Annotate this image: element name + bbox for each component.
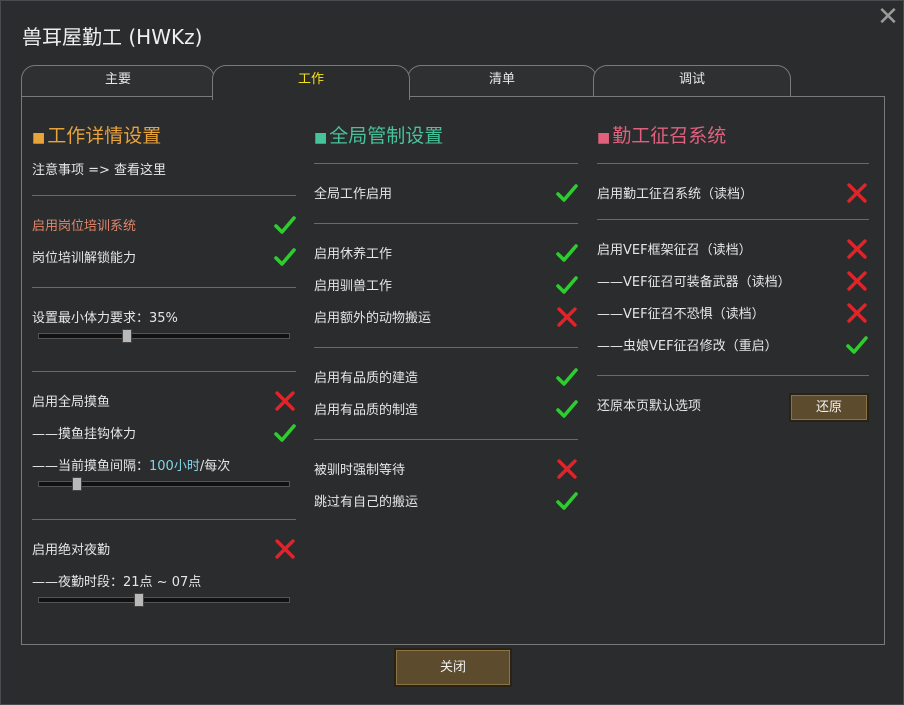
min-stamina-slider[interactable] [38,329,290,343]
slack-interval-slider[interactable] [38,477,290,491]
vef-weapons-label: ——VEF征召可装备武器（读档） [597,275,791,290]
quality-craft-label: 启用有品质的制造 [314,403,419,418]
slack-interval-value: 100小时 [149,459,200,474]
divider [314,223,578,224]
global-slack-label: 启用全局摸鱼 [32,395,111,410]
check-icon[interactable] [845,333,869,357]
check-icon[interactable] [555,397,579,421]
divider [32,371,296,372]
check-icon[interactable] [555,365,579,389]
check-icon[interactable] [555,241,579,265]
divider [597,219,869,220]
night-period-slider[interactable] [38,593,290,607]
check-icon[interactable] [273,245,297,269]
global-work-label: 全局工作启用 [314,187,393,202]
night-period-label: ——夜勤时段：21点 ~ 07点 [32,575,202,590]
vef-draft-label: 启用VEF框架征召（读档） [597,243,752,258]
cross-icon[interactable] [845,269,869,293]
tab-main[interactable]: 主要 [21,65,215,99]
cross-icon[interactable] [845,301,869,325]
divider [32,287,296,288]
divider [314,163,578,164]
reset-label: 还原本页默认选项 [597,399,702,414]
tab-debug[interactable]: 调试 [593,65,791,99]
quality-construct-label: 启用有品质的建造 [314,371,419,386]
cross-icon[interactable] [845,181,869,205]
skip-own-haul-label: 跳过有自己的搬运 [314,495,419,510]
tab-label: 主要 [104,72,131,87]
cross-icon[interactable] [273,537,297,561]
slider-handle[interactable] [121,329,132,343]
divider [597,375,869,376]
tab-label: 清单 [488,72,515,87]
training-system-label: 启用岗位培训系统 [32,219,137,234]
section-heading-draft-system: ■ 勤工征召系统 [597,125,727,147]
tab-work[interactable]: 工作 [212,65,410,100]
training-unlock-label: 岗位培训解锁能力 [32,251,137,266]
close-icon[interactable]: ✕ [874,3,902,31]
min-stamina-label: 设置最小体力要求：35% [32,311,178,326]
slider-handle[interactable] [71,477,82,491]
divider [314,439,578,440]
leisure-work-label: 启用休养工作 [314,247,393,262]
reset-button[interactable]: 还原 [789,393,869,422]
section-heading-global-control: ■ 全局管制设置 [314,125,444,147]
check-icon[interactable] [273,421,297,445]
window-title: 兽耳屋勤工 (HWKz) [22,25,203,49]
taming-work-label: 启用驯兽工作 [314,279,393,294]
check-icon[interactable] [555,181,579,205]
close-button[interactable]: 关闭 [394,648,512,687]
check-icon[interactable] [273,213,297,237]
divider [597,163,869,164]
settings-panel: ■ 工作详情设置 注意事项 => 查看这里 启用岗位培训系统 岗位培训解锁能力 设… [21,96,885,645]
cross-icon[interactable] [555,457,579,481]
slack-interval-label: ——当前摸鱼间隔：100小时/每次 [32,459,231,474]
divider [314,347,578,348]
check-icon[interactable] [555,273,579,297]
mod-settings-window: 兽耳屋勤工 (HWKz) ✕ 主要 工作 清单 调试 ■ 工作详情设置 注意事项 … [0,0,904,705]
cross-icon[interactable] [555,305,579,329]
divider [32,195,296,196]
section-heading-work-details: ■ 工作详情设置 [32,125,162,147]
slider-handle[interactable] [134,593,144,607]
insect-vef-label: ——虫娘VEF征召修改（重启） [597,339,778,354]
extra-animal-haul-label: 启用额外的动物搬运 [314,311,432,326]
cross-icon[interactable] [273,389,297,413]
divider [32,519,296,520]
night-shift-label: 启用绝对夜勤 [32,543,111,558]
tab-label: 工作 [297,72,324,87]
slack-hook-label: ——摸鱼挂钩体力 [32,427,137,442]
tab-list[interactable]: 清单 [407,65,597,99]
tab-label: 调试 [678,72,705,87]
notes-link[interactable]: 注意事项 => 查看这里 [32,159,166,178]
draft-system-label: 启用勤工征召系统（读档） [597,187,754,202]
forced-wait-label: 被驯时强制等待 [314,463,406,478]
vef-fearless-label: ——VEF征召不恐惧（读档） [597,307,765,322]
cross-icon[interactable] [845,237,869,261]
check-icon[interactable] [555,489,579,513]
